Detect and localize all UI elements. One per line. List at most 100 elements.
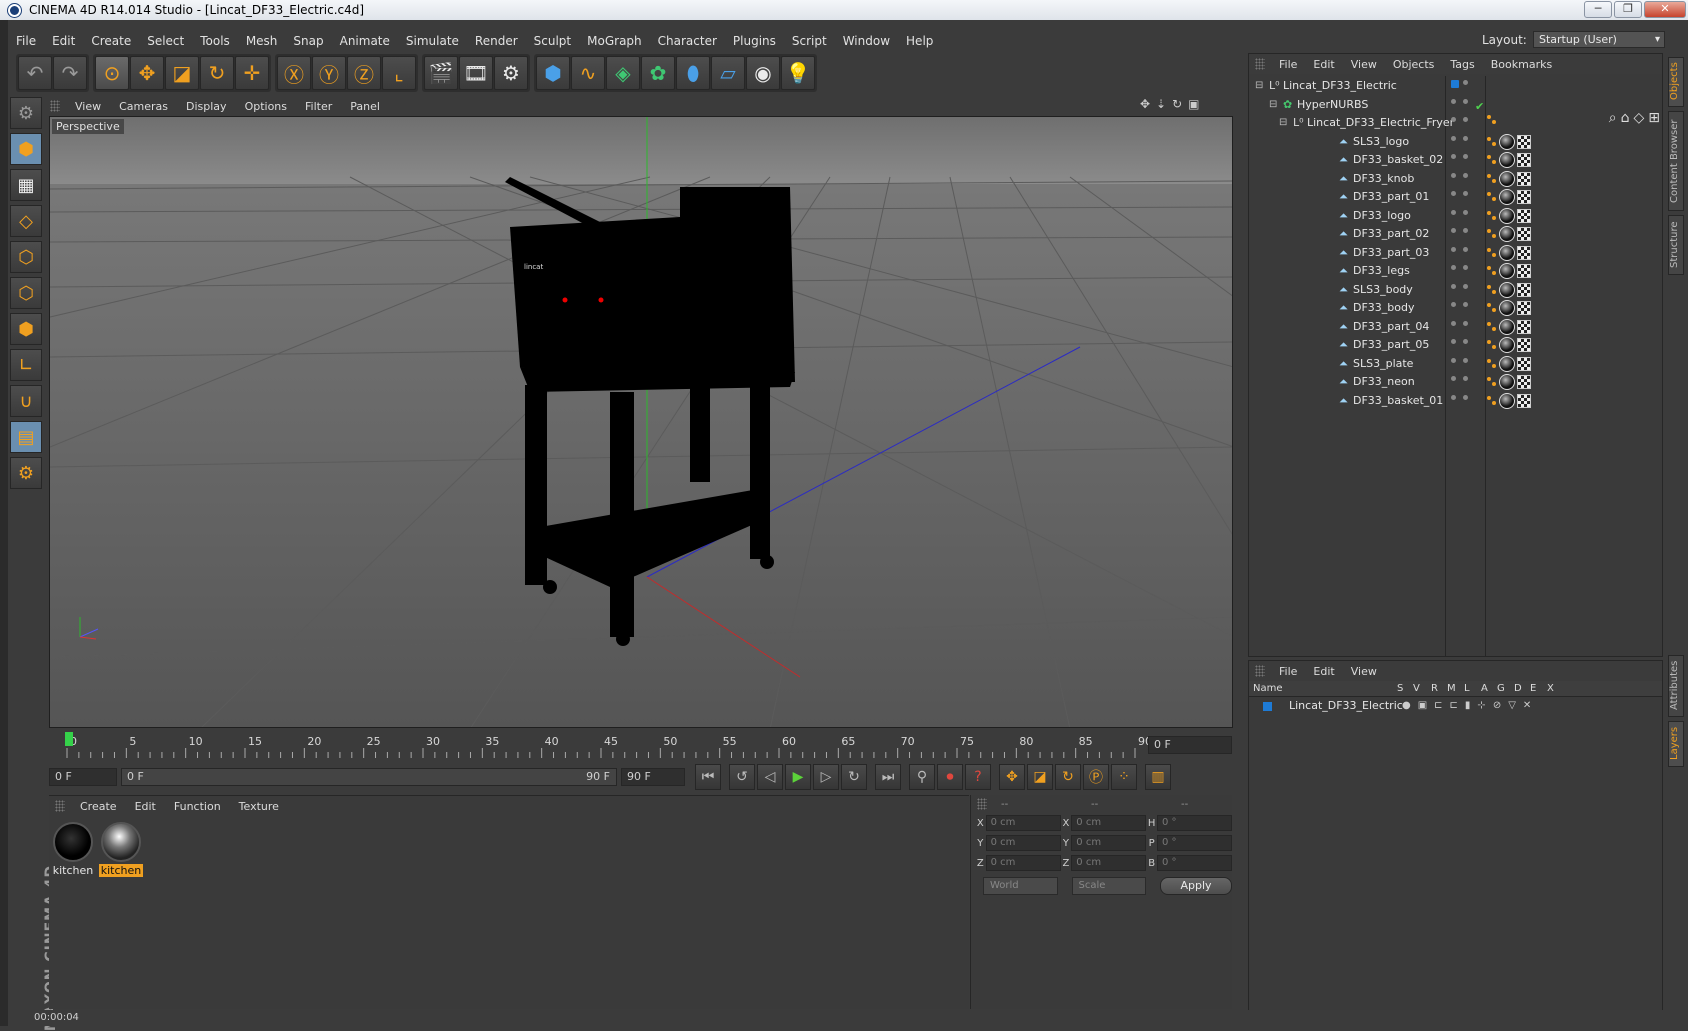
material-swatch-selected[interactable]: kitchen: [99, 822, 143, 877]
object-row[interactable]: ⏶ DF33_legs: [1249, 261, 1662, 281]
menu-tools[interactable]: Tools: [192, 34, 238, 48]
record-position-icon[interactable]: ⚲: [909, 764, 935, 790]
editor-visibility-dot[interactable]: [1451, 117, 1456, 122]
menu-character[interactable]: Character: [650, 34, 725, 48]
end-frame-field[interactable]: 90 F: [621, 768, 685, 786]
object-row[interactable]: ⊟ L⁰ Lincat_DF33_Electric_Fryer: [1249, 113, 1662, 133]
editor-visibility-dot[interactable]: [1451, 246, 1456, 252]
coordinate-system-icon[interactable]: ⌞: [382, 56, 416, 90]
model-mode-icon[interactable]: ⬢: [10, 133, 42, 165]
uvw-tag-icon[interactable]: [1517, 375, 1531, 389]
restore-button[interactable]: ❐: [1614, 1, 1642, 18]
render-visibility-dot[interactable]: [1463, 357, 1468, 363]
play-icon[interactable]: ▶: [785, 764, 811, 790]
phong-tag-icon[interactable]: [1487, 266, 1497, 276]
transform-mode-dropdown[interactable]: Scale: [1071, 877, 1147, 895]
material-tag-icon[interactable]: [1499, 318, 1515, 335]
editor-visibility-dot[interactable]: [1451, 172, 1456, 178]
visibility-dots[interactable]: [1449, 394, 1473, 407]
object-row[interactable]: ⏶ DF33_knob: [1249, 169, 1662, 189]
visibility-dots[interactable]: [1449, 339, 1473, 351]
layer-flag-icons[interactable]: ●▣⊏⊏▮⊹⊘▽✕: [1402, 697, 1538, 715]
render-visibility-dot[interactable]: [1463, 265, 1468, 270]
viewport-menu-view[interactable]: View: [66, 100, 110, 113]
editor-visibility-dot[interactable]: [1451, 394, 1456, 400]
menu-plugins[interactable]: Plugins: [725, 34, 784, 48]
objects-menu-file[interactable]: File: [1271, 58, 1305, 71]
visibility-dots[interactable]: [1449, 191, 1473, 203]
array-icon[interactable]: ✿: [641, 56, 675, 90]
uvw-tag-icon[interactable]: [1517, 245, 1531, 260]
render-visibility-dot[interactable]: [1463, 228, 1468, 233]
layout-select[interactable]: Startup (User): [1533, 31, 1665, 48]
coord-field[interactable]: 0 °: [1156, 855, 1233, 871]
start-frame-field[interactable]: 0 F: [49, 768, 117, 786]
material-swatch[interactable]: kitchen: [51, 822, 95, 877]
editor-visibility-dot[interactable]: [1451, 191, 1456, 196]
object-row[interactable]: ⏶ DF33_part_02: [1249, 224, 1662, 244]
expand-toggle-icon[interactable]: ⊟: [1255, 76, 1263, 96]
visibility-dots[interactable]: [1449, 154, 1473, 166]
objects-menu-tags[interactable]: Tags: [1442, 58, 1482, 71]
tab-layers[interactable]: Layers: [1668, 721, 1684, 767]
coord-field[interactable]: 0 cm: [1071, 815, 1147, 831]
tab-attributes[interactable]: Attributes: [1668, 655, 1684, 717]
phong-tag-icon[interactable]: [1487, 303, 1497, 313]
menu-sculpt[interactable]: Sculpt: [526, 34, 579, 48]
editor-visibility-dot[interactable]: [1451, 98, 1456, 104]
material-tag-icon[interactable]: [1499, 374, 1515, 390]
visibility-dots[interactable]: [1449, 228, 1473, 240]
layer-column-name[interactable]: Name: [1253, 683, 1283, 694]
previous-key-icon[interactable]: ↺: [729, 764, 755, 790]
next-key-icon[interactable]: ↻: [841, 764, 867, 790]
layer-row[interactable]: Lincat_DF33_Electric ●▣⊏⊏▮⊹⊘▽✕: [1249, 697, 1662, 715]
menu-help[interactable]: Help: [898, 34, 941, 48]
menu-script[interactable]: Script: [784, 34, 835, 48]
uvw-tag-icon[interactable]: [1517, 282, 1531, 297]
editor-visibility-dot[interactable]: [1451, 283, 1456, 289]
phong-tag-icon[interactable]: [1487, 395, 1497, 406]
menu-edit[interactable]: Edit: [44, 34, 83, 48]
material-menu-create[interactable]: Create: [71, 800, 126, 813]
render-visibility-dot[interactable]: [1463, 98, 1468, 104]
visibility-dots[interactable]: [1449, 376, 1473, 388]
menu-window[interactable]: Window: [835, 34, 898, 48]
editor-visibility-dot[interactable]: [1451, 376, 1456, 381]
coord-field[interactable]: 0 cm: [1071, 855, 1147, 871]
render-visibility-dot[interactable]: [1463, 246, 1468, 252]
previous-frame-icon[interactable]: ◁: [757, 764, 783, 790]
menu-file[interactable]: File: [8, 34, 44, 48]
phong-tag-icon[interactable]: [1487, 340, 1497, 350]
render-visibility-dot[interactable]: [1463, 339, 1468, 344]
close-button[interactable]: ✕: [1644, 1, 1686, 18]
tab-structure[interactable]: Structure: [1668, 215, 1684, 275]
perspective-viewport[interactable]: lincat Perspective: [49, 116, 1233, 728]
objects-menu-bookmarks[interactable]: Bookmarks: [1483, 58, 1560, 71]
layer-column-a[interactable]: A: [1481, 683, 1488, 694]
editor-visibility-dot[interactable]: [1451, 135, 1456, 141]
editor-visibility-dot[interactable]: [1451, 302, 1456, 307]
current-frame-field[interactable]: 0 F: [1148, 736, 1232, 754]
tab-content-browser[interactable]: Content Browser: [1668, 111, 1684, 211]
uvw-tag-icon[interactable]: [1517, 171, 1531, 186]
phong-tag-icon[interactable]: [1487, 115, 1497, 125]
coord-field[interactable]: 0 cm: [1071, 835, 1147, 851]
coordinate-space-dropdown[interactable]: World: [983, 877, 1058, 895]
uvw-tag-icon[interactable]: [1517, 301, 1531, 315]
menu-snap[interactable]: Snap: [285, 34, 331, 48]
uvw-tag-icon[interactable]: [1517, 227, 1531, 241]
uvw-tag-icon[interactable]: [1517, 338, 1531, 352]
snapping-icon[interactable]: ∪: [10, 385, 42, 417]
material-tag-icon[interactable]: [1499, 152, 1515, 168]
go-to-end-icon[interactable]: ⏭: [875, 764, 901, 790]
expand-toggle-icon[interactable]: ⊟: [1269, 95, 1277, 115]
material-tag-icon[interactable]: [1499, 189, 1515, 205]
layer-column-d[interactable]: D: [1514, 683, 1522, 694]
render-visibility-dot[interactable]: [1463, 135, 1468, 141]
render-visibility-dot[interactable]: [1463, 283, 1468, 289]
menu-animate[interactable]: Animate: [332, 34, 398, 48]
coord-field[interactable]: 0 cm: [985, 815, 1061, 831]
uvw-tag-icon[interactable]: [1517, 264, 1531, 278]
timeline-window-icon[interactable]: ▥: [1145, 764, 1171, 790]
menu-select[interactable]: Select: [139, 34, 192, 48]
